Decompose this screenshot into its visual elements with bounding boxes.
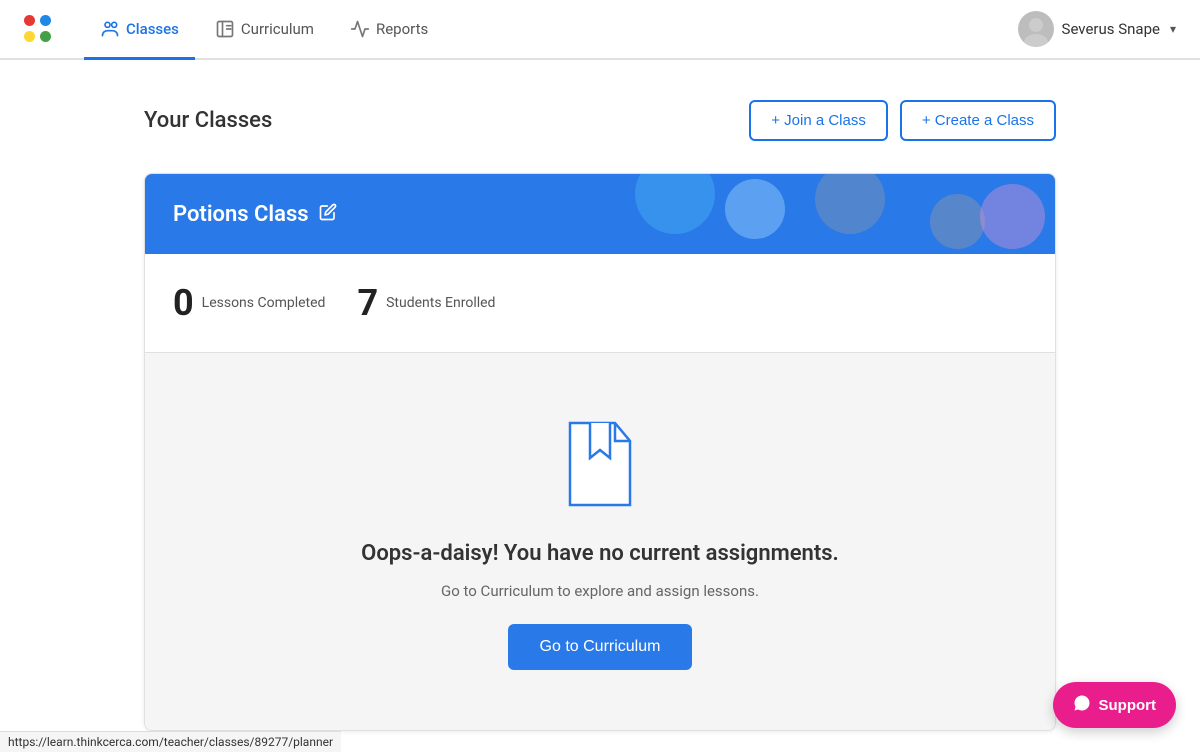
class-name: Potions Class bbox=[173, 202, 309, 227]
students-enrolled-label: Students Enrolled bbox=[386, 295, 495, 311]
app-logo[interactable] bbox=[24, 15, 52, 43]
nav-reports-label: Reports bbox=[376, 20, 428, 38]
class-card-title: Potions Class bbox=[173, 202, 337, 227]
deco-circle-3 bbox=[815, 174, 885, 234]
empty-state-icon bbox=[555, 413, 645, 517]
username: Severus Snape bbox=[1062, 20, 1160, 38]
create-class-button[interactable]: + Create a Class bbox=[900, 100, 1056, 141]
avatar bbox=[1018, 11, 1054, 47]
curriculum-icon bbox=[215, 19, 235, 39]
go-to-curriculum-button[interactable]: Go to Curriculum bbox=[508, 624, 693, 670]
support-label: Support bbox=[1099, 697, 1157, 714]
edit-class-icon[interactable] bbox=[319, 203, 337, 226]
reports-icon bbox=[350, 19, 370, 39]
lessons-completed-stat: 0 Lessons Completed bbox=[173, 282, 325, 324]
logo-dot-green bbox=[40, 31, 51, 42]
nav-user[interactable]: Severus Snape ▾ bbox=[1018, 11, 1176, 47]
class-card-header: Potions Class bbox=[145, 174, 1055, 254]
nav-items: Classes Curriculum Reports bbox=[84, 1, 1018, 58]
empty-state: Oops-a-daisy! You have no current assign… bbox=[145, 353, 1055, 730]
navbar: Classes Curriculum Reports bbox=[0, 0, 1200, 60]
logo-dots bbox=[24, 15, 52, 43]
status-url: https://learn.thinkcerca.com/teacher/cla… bbox=[8, 735, 333, 749]
empty-state-title: Oops-a-daisy! You have no current assign… bbox=[361, 541, 839, 566]
logo-dot-red bbox=[24, 15, 35, 26]
classes-title: Your Classes bbox=[144, 108, 272, 133]
deco-circle-2 bbox=[725, 179, 785, 239]
empty-state-subtitle: Go to Curriculum to explore and assign l… bbox=[441, 582, 759, 600]
classes-header: Your Classes + Join a Class + Create a C… bbox=[144, 100, 1056, 141]
nav-item-classes[interactable]: Classes bbox=[84, 1, 195, 60]
nav-classes-label: Classes bbox=[126, 20, 179, 38]
join-class-button[interactable]: + Join a Class bbox=[749, 100, 888, 141]
logo-dot-yellow bbox=[24, 31, 35, 42]
deco-circle-4 bbox=[930, 194, 985, 249]
students-enrolled-stat: 7 Students Enrolled bbox=[357, 282, 495, 324]
class-card: Potions Class 0 Lessons Completed 7 Stud… bbox=[144, 173, 1056, 731]
class-stats: 0 Lessons Completed 7 Students Enrolled bbox=[145, 254, 1055, 353]
classes-icon bbox=[100, 19, 120, 39]
deco-circle-5 bbox=[980, 184, 1045, 249]
logo-dot-blue bbox=[40, 15, 51, 26]
main-content: Your Classes + Join a Class + Create a C… bbox=[120, 60, 1080, 731]
lessons-completed-label: Lessons Completed bbox=[202, 295, 326, 311]
nav-item-curriculum[interactable]: Curriculum bbox=[199, 1, 330, 60]
nav-curriculum-label: Curriculum bbox=[241, 20, 314, 38]
user-chevron-icon: ▾ bbox=[1170, 22, 1176, 36]
students-enrolled-count: 7 bbox=[357, 282, 378, 324]
support-button[interactable]: Support bbox=[1053, 682, 1177, 728]
deco-circle-1 bbox=[635, 174, 715, 234]
status-bar: https://learn.thinkcerca.com/teacher/cla… bbox=[0, 731, 341, 752]
support-chat-icon bbox=[1073, 694, 1091, 716]
nav-item-reports[interactable]: Reports bbox=[334, 1, 444, 60]
classes-actions: + Join a Class + Create a Class bbox=[749, 100, 1056, 141]
lessons-completed-count: 0 bbox=[173, 282, 194, 324]
